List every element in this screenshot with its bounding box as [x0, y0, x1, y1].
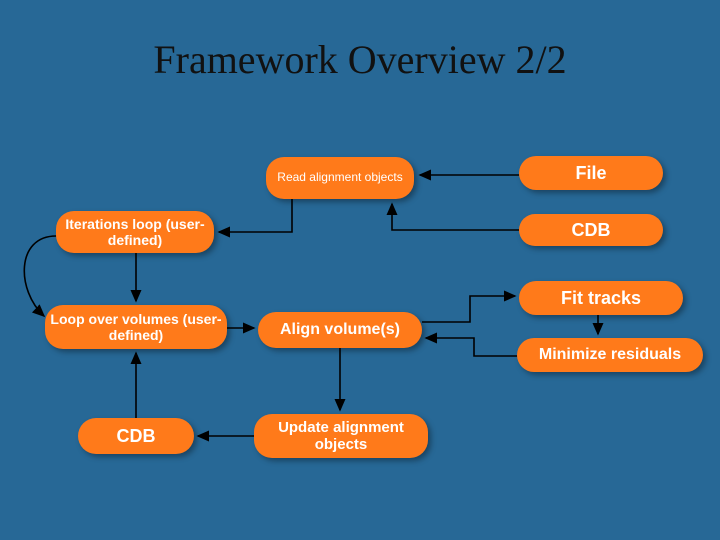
node-loop-volumes: Loop over volumes (user-defined): [45, 305, 227, 349]
node-read-alignment: Read alignment objects: [266, 157, 414, 199]
node-file: File: [519, 156, 663, 190]
node-fit-tracks-label: Fit tracks: [561, 288, 641, 309]
node-loop-volumes-label: Loop over volumes (user-defined): [45, 311, 227, 343]
node-align-volumes-label: Align volume(s): [280, 321, 400, 339]
node-iterations-loop: Iterations loop (user-defined): [56, 211, 214, 253]
node-iterations-loop-label: Iterations loop (user-defined): [56, 216, 214, 248]
node-cdb-bottom: CDB: [78, 418, 194, 454]
node-update-alignment-label: Update alignment objects: [254, 419, 428, 454]
slide-title: Framework Overview 2/2: [0, 36, 720, 83]
node-cdb-top-label: CDB: [572, 220, 611, 241]
node-update-alignment: Update alignment objects: [254, 414, 428, 458]
node-align-volumes: Align volume(s): [258, 312, 422, 348]
node-minimize-residuals: Minimize residuals: [517, 338, 703, 372]
node-cdb-top: CDB: [519, 214, 663, 246]
node-minimize-residuals-label: Minimize residuals: [539, 346, 681, 364]
node-fit-tracks: Fit tracks: [519, 281, 683, 315]
node-file-label: File: [575, 163, 606, 184]
node-cdb-bottom-label: CDB: [117, 426, 156, 447]
node-read-alignment-label: Read alignment objects: [277, 171, 402, 185]
